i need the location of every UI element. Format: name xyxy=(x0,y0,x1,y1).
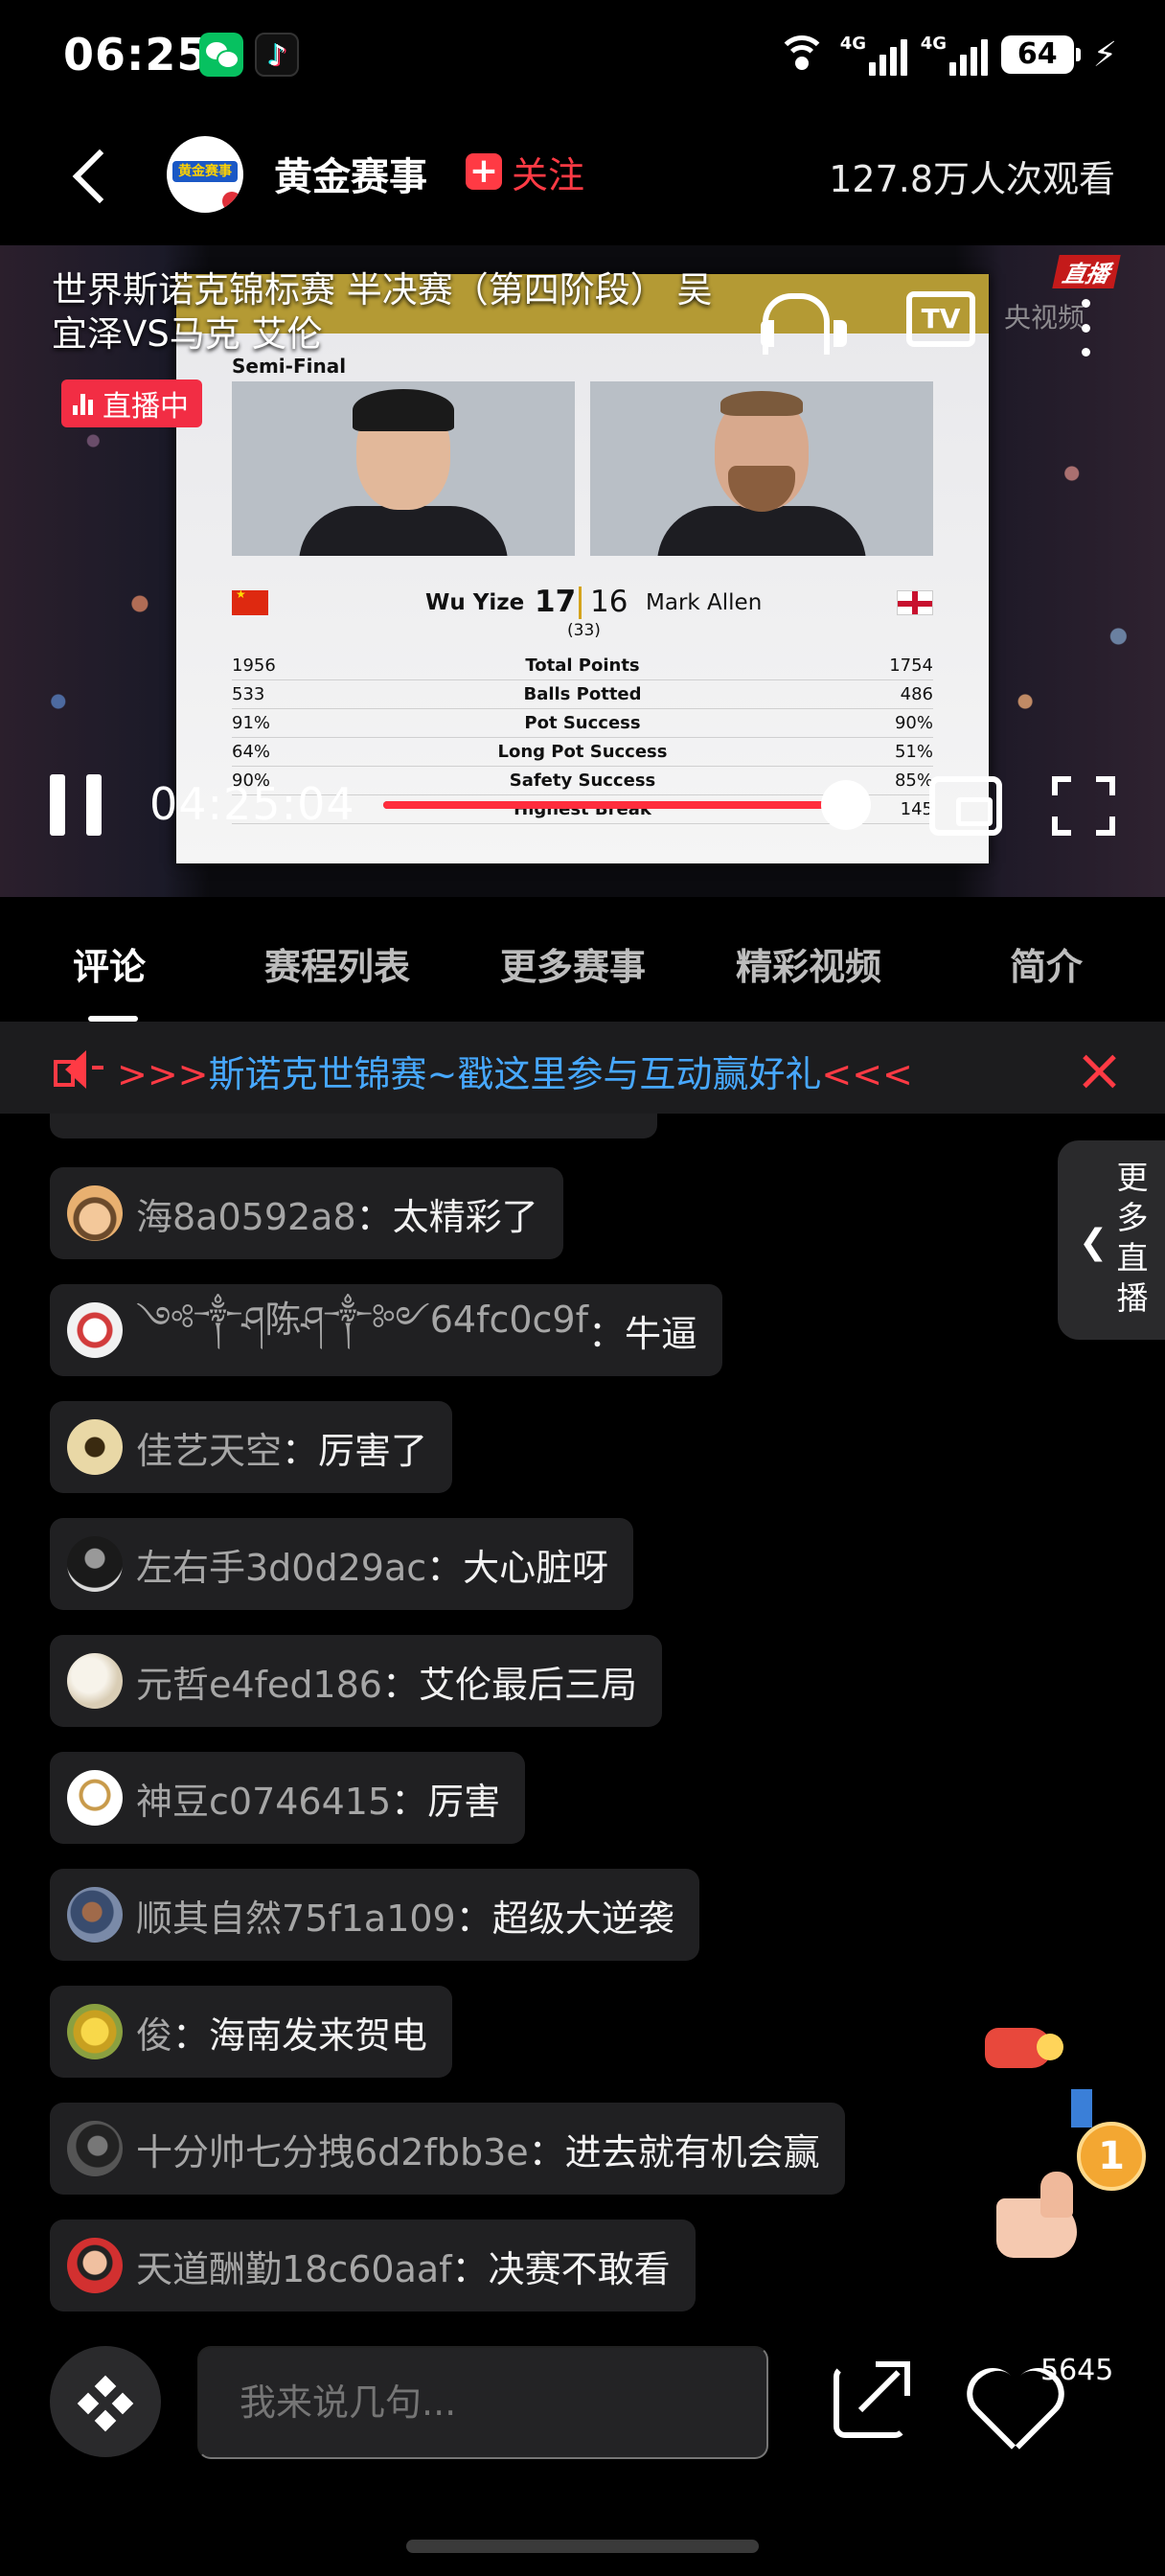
user-avatar[interactable] xyxy=(67,1887,123,1943)
status-indicators: 4G 4G 64 ⚡ xyxy=(776,31,1117,79)
plus-icon: + xyxy=(466,153,502,190)
muscle-reaction-icon xyxy=(993,2170,1083,2266)
tab-comments[interactable]: 评论 xyxy=(73,937,146,990)
comment-list[interactable]: 海8a0592a8：太精彩了 ༺༒ཤ陈ཤ༒༻64fc0c9f：牛逼 佳艺天空：厉… xyxy=(50,1114,1056,2321)
comment-item: ༺༒ཤ陈ཤ༒༻64fc0c9f：牛逼 xyxy=(50,1284,723,1376)
picture-in-picture-icon[interactable] xyxy=(929,776,1002,836)
stage-label: Semi-Final xyxy=(232,355,347,378)
comment-item: 佳艺天空：厉害了 xyxy=(50,1401,453,1493)
player1-score: 17 xyxy=(535,585,577,619)
user-avatar[interactable] xyxy=(67,2238,123,2293)
user-avatar[interactable] xyxy=(67,2121,123,2176)
player-controls: 04:25:04 xyxy=(0,763,1165,849)
user-avatar[interactable] xyxy=(67,2004,123,2059)
comment-item: 俊：海南发来贺电 xyxy=(50,1986,453,2078)
home-indicator[interactable] xyxy=(406,2540,759,2553)
wechat-icon xyxy=(199,33,243,77)
follow-button[interactable]: + 关注 xyxy=(466,148,584,196)
player1-photo xyxy=(232,381,575,556)
verified-badge-icon xyxy=(222,192,241,211)
user-avatar[interactable] xyxy=(67,1185,123,1241)
follow-label: 关注 xyxy=(512,153,585,196)
frames-total: (33) xyxy=(567,621,601,640)
northern-ireland-flag-icon xyxy=(897,590,933,615)
charging-icon: ⚡ xyxy=(1092,34,1117,75)
tiktok-icon: ♪ xyxy=(255,33,299,77)
comment-input[interactable] xyxy=(197,2346,768,2459)
fullscreen-icon[interactable] xyxy=(1052,776,1115,836)
video-title: 世界斯诺克锦标赛 半决赛（第四阶段） 吴宜泽VS马克 艾伦 xyxy=(52,269,713,355)
score-divider xyxy=(579,586,582,619)
close-icon[interactable] xyxy=(1081,1052,1119,1091)
live-watermark-tag: 直播 xyxy=(1052,255,1121,288)
headphone-icon[interactable] xyxy=(757,288,847,355)
back-button[interactable] xyxy=(67,144,121,205)
cell-signal-icon: 4G xyxy=(840,34,907,76)
cell-signal-icon-2: 4G xyxy=(921,34,988,76)
wifi-icon xyxy=(776,35,827,74)
promo-notice-bar[interactable]: >>>斯诺克世锦赛~戳这里参与互动赢好礼<<< xyxy=(0,1022,1165,1114)
playback-time: 04:25:04 xyxy=(149,778,355,830)
bottom-action-bar: 5645 xyxy=(0,2329,1165,2482)
comment-item: 左右手3d0d29ac：大心脏呀 xyxy=(50,1518,634,1610)
stat-row: 91% Pot Success 90% xyxy=(232,709,933,738)
live-header: 黄金赛事 黄金赛事 + 关注 127.8万人次观看 xyxy=(0,130,1165,217)
progress-knob[interactable] xyxy=(821,780,872,830)
notice-text[interactable]: >>>斯诺克世锦赛~戳这里参与互动赢好礼<<< xyxy=(117,1045,913,1097)
comment-item: 神豆c0746415：厉害 xyxy=(50,1752,526,1844)
user-avatar[interactable] xyxy=(67,1770,123,1826)
chevron-left-icon: ❮ xyxy=(1079,1223,1108,1262)
viewer-count: 127.8万人次观看 xyxy=(829,158,1115,200)
comment-item: 顺其自然75f1a109：超级大逆袭 xyxy=(50,1869,699,1961)
like-count: 5645 xyxy=(1040,2354,1114,2387)
player1-name: Wu Yize xyxy=(425,590,525,615)
battery-icon: 64 xyxy=(1000,35,1081,74)
more-live-label: 更多直播 xyxy=(1116,1159,1149,1317)
user-avatar[interactable] xyxy=(67,1302,123,1358)
pause-button[interactable] xyxy=(46,774,105,836)
interaction-menu-button[interactable] xyxy=(50,2346,161,2457)
player2-score: 16 xyxy=(590,585,628,619)
china-flag-icon xyxy=(232,587,268,615)
player2-name: Mark Allen xyxy=(646,590,763,615)
stat-row: 533 Balls Potted 486 xyxy=(232,680,933,709)
tab-intro[interactable]: 简介 xyxy=(1010,937,1083,990)
channel-logo: 黄金赛事 xyxy=(172,161,238,182)
channel-avatar[interactable]: 黄金赛事 xyxy=(167,136,243,213)
live-bars-icon xyxy=(73,392,93,415)
comment-item: 元哲e4fed186：艾伦最后三局 xyxy=(50,1635,662,1727)
whistle-reaction-icon xyxy=(985,2020,1067,2072)
video-player[interactable]: Semi-Final Wu Yize 17 16 Mark Allen (33)… xyxy=(0,245,1165,897)
tab-more-events[interactable]: 更多赛事 xyxy=(500,937,646,990)
stat-row: 1956 Total Points 1754 xyxy=(232,652,933,680)
share-icon[interactable] xyxy=(834,2361,910,2438)
tab-schedule[interactable]: 赛程列表 xyxy=(264,937,410,990)
more-options-icon[interactable] xyxy=(1079,299,1092,356)
comment-item: 海8a0592a8：太精彩了 xyxy=(50,1167,563,1259)
progress-fill xyxy=(383,801,847,809)
cast-tv-icon[interactable]: TV xyxy=(906,291,975,347)
player2-photo xyxy=(590,381,933,556)
status-time: 06:25 xyxy=(63,29,209,80)
user-avatar[interactable] xyxy=(67,1419,123,1475)
more-live-button[interactable]: ❮ 更多直播 xyxy=(1058,1140,1165,1340)
comment-item-partial xyxy=(50,1114,657,1138)
user-avatar[interactable] xyxy=(67,1536,123,1592)
channel-watermark: 央视频 xyxy=(1004,302,1085,334)
tab-highlights[interactable]: 精彩视频 xyxy=(736,937,881,990)
progress-bar[interactable] xyxy=(383,780,872,830)
live-label: 直播中 xyxy=(103,390,189,424)
comment-item: 十分帅七分拽6d2fbb3e：进去就有机会赢 xyxy=(50,2103,845,2195)
comment-item: 天道酬勤18c60aaf：决赛不敢看 xyxy=(50,2220,696,2312)
content-tabs: 评论 赛程列表 更多赛事 精彩视频 简介 xyxy=(0,920,1165,1022)
channel-name[interactable]: 黄金赛事 xyxy=(274,146,427,201)
status-bar: 06:25 ♪ 4G 4G 64 ⚡ xyxy=(0,0,1165,115)
speaker-icon xyxy=(54,1050,103,1089)
live-badge: 直播中 xyxy=(61,380,202,427)
user-avatar[interactable] xyxy=(67,1653,123,1709)
